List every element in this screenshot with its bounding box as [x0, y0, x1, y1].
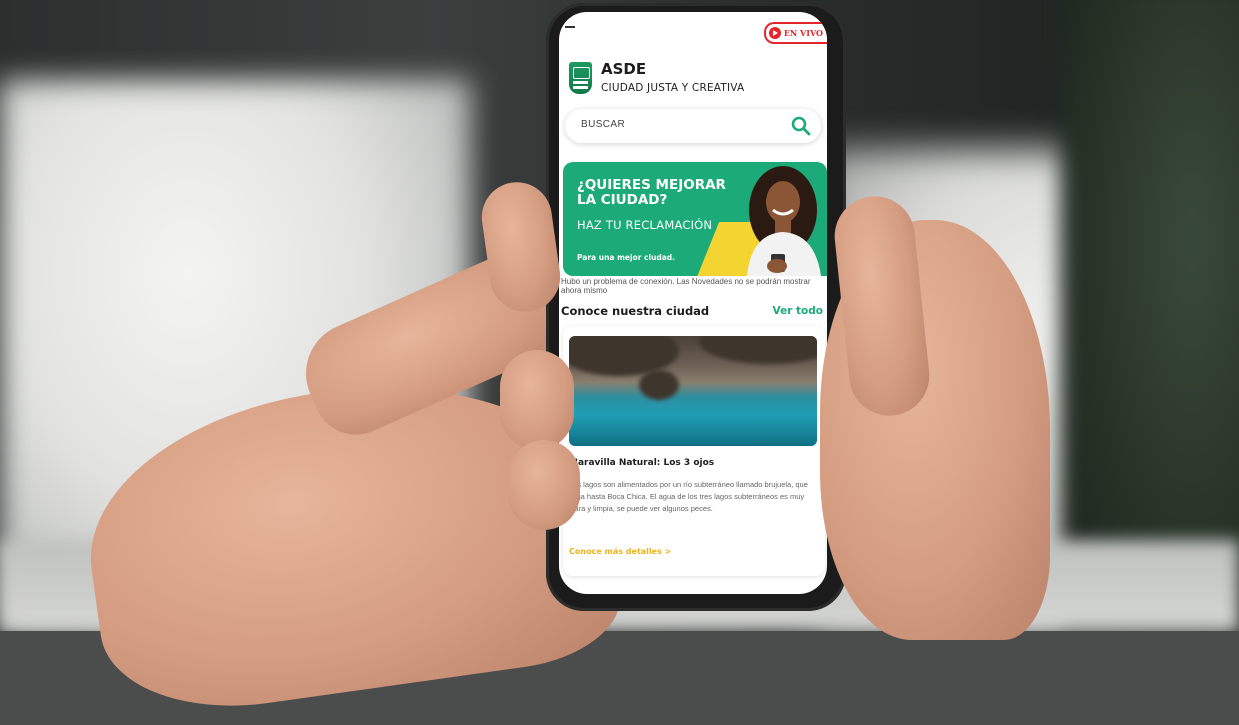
- banner-note: Para una mejor ciudad.: [577, 253, 676, 262]
- blurred-plant: [1060, 0, 1239, 630]
- brand-subtitle: CIUDAD JUSTA Y CREATIVA: [601, 82, 745, 94]
- live-button[interactable]: EN VIVO: [763, 22, 827, 44]
- search-icon[interactable]: [791, 116, 811, 136]
- phone-screen: EN VIVO ASDE CIUDAD JUSTA Y CREATIVA ¿QU…: [559, 12, 827, 594]
- section-title: Conoce nuestra ciudad: [561, 304, 710, 318]
- search-bar: [565, 109, 821, 143]
- asde-logo: [569, 62, 592, 94]
- search-input[interactable]: [579, 118, 783, 131]
- place-card-title: Maravilla Natural: Los 3 ojos: [569, 458, 715, 468]
- place-card-details-link[interactable]: Conoce más detalles >: [569, 547, 671, 556]
- left-middle-finger: [500, 350, 574, 450]
- place-card[interactable]: Maravilla Natural: Los 3 ojos Los lagos …: [563, 326, 825, 576]
- menu-icon[interactable]: [565, 26, 575, 28]
- banner-title: ¿QUIERES MEJORAR LA CIUDAD?: [577, 177, 726, 208]
- live-label: EN VIVO: [783, 28, 823, 38]
- banner-cta[interactable]: HAZ TU RECLAMACIÓN: [577, 218, 712, 232]
- place-card-image: [569, 336, 817, 446]
- complaint-banner[interactable]: ¿QUIERES MEJORAR LA CIUDAD? HAZ TU RECLA…: [563, 162, 827, 276]
- left-ring-finger: [508, 440, 580, 530]
- banner-person-image: [747, 166, 821, 276]
- brand-title: ASDE: [601, 60, 647, 78]
- place-card-description: Los lagos son alimentados por un río sub…: [569, 480, 808, 513]
- news-error-message: Hubo un problema de conexión. Las Noveda…: [561, 277, 811, 295]
- see-all-link[interactable]: Ver todo: [773, 305, 823, 317]
- live-play-icon: [768, 27, 781, 39]
